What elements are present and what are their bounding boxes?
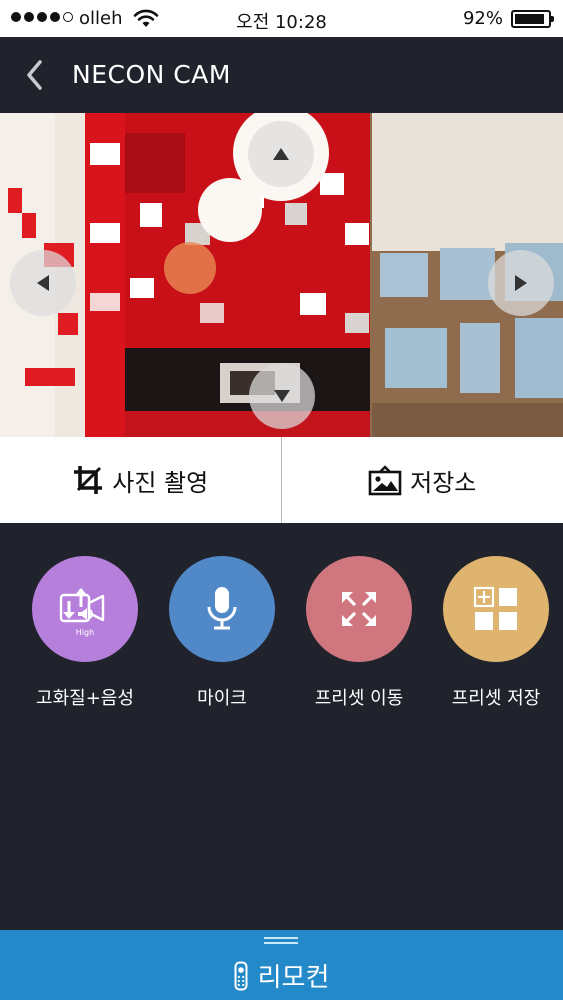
- feature-label: 프리셋 저장: [451, 688, 541, 709]
- gallery-icon: [368, 465, 402, 496]
- microphone-icon: [207, 587, 237, 630]
- battery-icon: [511, 10, 554, 28]
- remote-control-icon: [234, 961, 248, 990]
- hd-audio-feature[interactable]: High 고화질+음성: [16, 556, 154, 710]
- preset-save-button[interactable]: [443, 556, 549, 662]
- storage-label: 저장소: [410, 468, 477, 497]
- storage-button[interactable]: 저장소: [282, 437, 563, 523]
- chevron-left-icon: [27, 60, 42, 90]
- crop-icon: [74, 466, 103, 494]
- feature-label: 고화질+음성: [36, 688, 134, 709]
- hd-audio-button[interactable]: High: [32, 556, 138, 662]
- pan-right-button[interactable]: [488, 250, 554, 316]
- microphone-button[interactable]: [169, 556, 275, 662]
- preset-move-feature[interactable]: 프리셋 이동: [290, 556, 428, 710]
- arrow-left-icon: [37, 275, 49, 291]
- drag-handle-icon[interactable]: [264, 937, 298, 947]
- snapshot-button[interactable]: 사진 촬영: [0, 437, 282, 523]
- remote-label: 리모컨: [257, 963, 330, 993]
- arrow-up-icon: [273, 148, 289, 160]
- remote-control-bar[interactable]: 리모컨: [0, 930, 563, 1000]
- microphone-feature[interactable]: 마이크: [153, 556, 291, 710]
- feature-label: 프리셋 이동: [314, 688, 404, 709]
- page-title: NECON CAM: [72, 60, 231, 89]
- grid-add-icon: [473, 586, 517, 630]
- nav-bar: NECON CAM: [0, 37, 563, 113]
- pan-up-button[interactable]: [248, 121, 314, 187]
- pan-down-button[interactable]: [249, 363, 315, 429]
- feature-grid: High 고화질+음성 마이크 프리셋 이동 프리셋 저장: [0, 556, 563, 726]
- snapshot-label: 사진 촬영: [112, 468, 209, 497]
- preset-save-feature[interactable]: 프리셋 저장: [427, 556, 563, 710]
- expand-arrows-icon: [342, 592, 376, 626]
- arrow-right-icon: [515, 275, 527, 291]
- camera-live-view[interactable]: [0, 113, 563, 437]
- battery-percent: 92%: [462, 8, 503, 29]
- back-button[interactable]: [18, 55, 58, 95]
- action-row: 사진 촬영 저장소: [0, 437, 563, 523]
- arrow-down-icon: [274, 390, 290, 402]
- hd-video-audio-icon: [59, 588, 105, 623]
- quality-tag: High: [75, 628, 95, 637]
- pan-left-button[interactable]: [10, 250, 76, 316]
- feature-label: 마이크: [197, 688, 247, 709]
- status-bar: olleh 오전 10:28 92%: [0, 0, 563, 37]
- preset-move-button[interactable]: [306, 556, 412, 662]
